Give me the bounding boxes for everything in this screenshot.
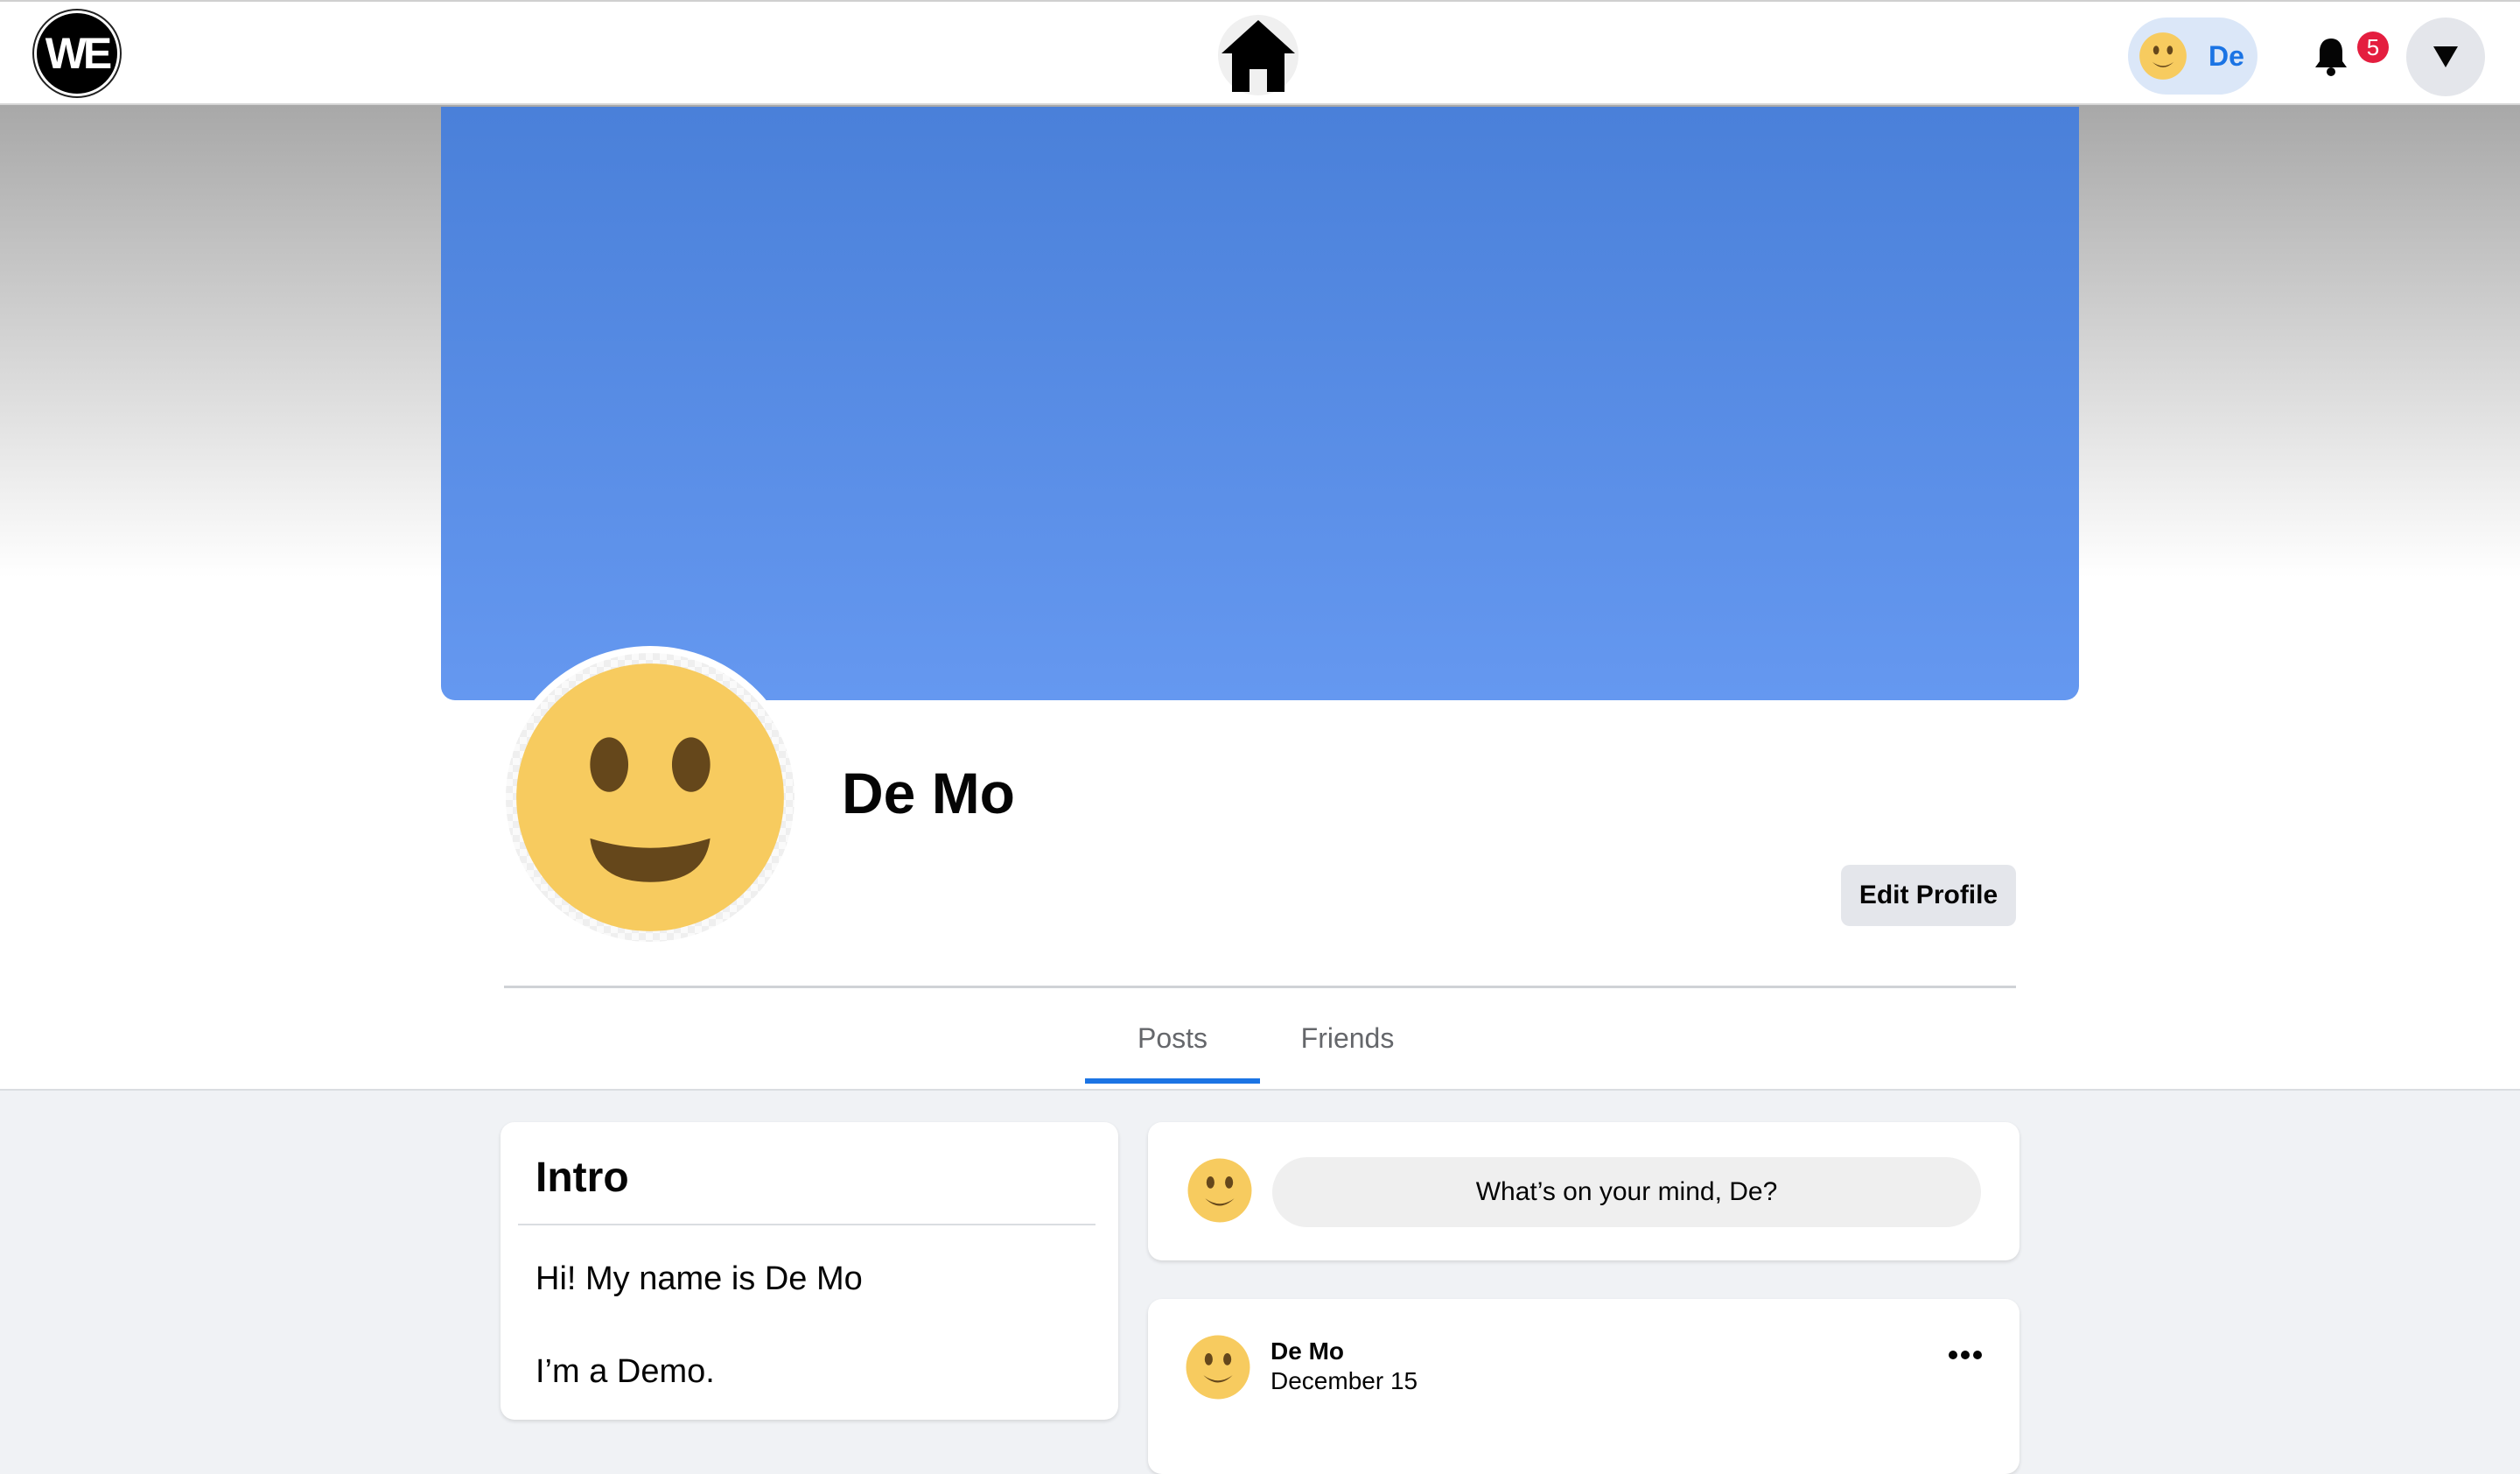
user-profile-chip[interactable]: De [2128,18,2258,95]
tab-posts-label: Posts [1137,1022,1208,1054]
post-date: December 15 [1270,1367,1418,1394]
intro-bio-line: I’m a Demo. [536,1353,715,1390]
smiley-face-icon [2139,32,2187,80]
edit-profile-button[interactable]: Edit Profile [1841,865,2016,926]
smiley-face-icon [516,663,784,931]
post-composer-card: What’s on your mind, De? [1148,1122,2020,1260]
intro-bio-line: Hi! My name is De Mo [536,1260,863,1297]
top-navigation-bar: WE De 5 [0,0,2520,105]
bell-icon [2315,39,2347,76]
post-card: De Mo December 15 [1148,1299,2020,1474]
profile-picture[interactable] [499,646,802,949]
profile-name: De Mo [842,761,1015,825]
smiley-face-icon [1187,1158,1252,1223]
logo-text: WE [45,29,113,78]
tab-friends[interactable]: Friends [1260,1007,1435,1084]
notification-count-badge: 5 [2357,32,2389,63]
intro-title: Intro [536,1155,629,1201]
section-divider [0,1089,2520,1091]
post-author-name[interactable]: De Mo [1270,1337,1344,1365]
tab-posts[interactable]: Posts [1085,1007,1260,1084]
cover-photo [441,107,2079,700]
post-options-button[interactable] [1939,1337,1992,1372]
composer-placeholder: What’s on your mind, De? [1475,1177,1778,1206]
notifications-button[interactable]: 5 [2292,21,2389,91]
home-button[interactable] [1212,12,1305,98]
intro-divider [518,1224,1096,1225]
home-icon [1218,15,1298,95]
smiley-face-icon [1186,1335,1250,1400]
more-dots-icon [1949,1351,1982,1359]
triangle-down-icon [2433,46,2458,67]
user-chip-name: De [2208,39,2244,72]
account-menu-button[interactable] [2406,18,2485,96]
tab-friends-label: Friends [1300,1022,1395,1054]
whats-on-your-mind-input[interactable]: What’s on your mind, De? [1272,1157,1981,1227]
header-divider [504,986,2016,988]
we-logo[interactable]: WE [37,13,117,94]
intro-card: Intro Hi! My name is De Mo I’m a Demo. [500,1122,1118,1420]
profile-picture-frame [506,653,794,942]
